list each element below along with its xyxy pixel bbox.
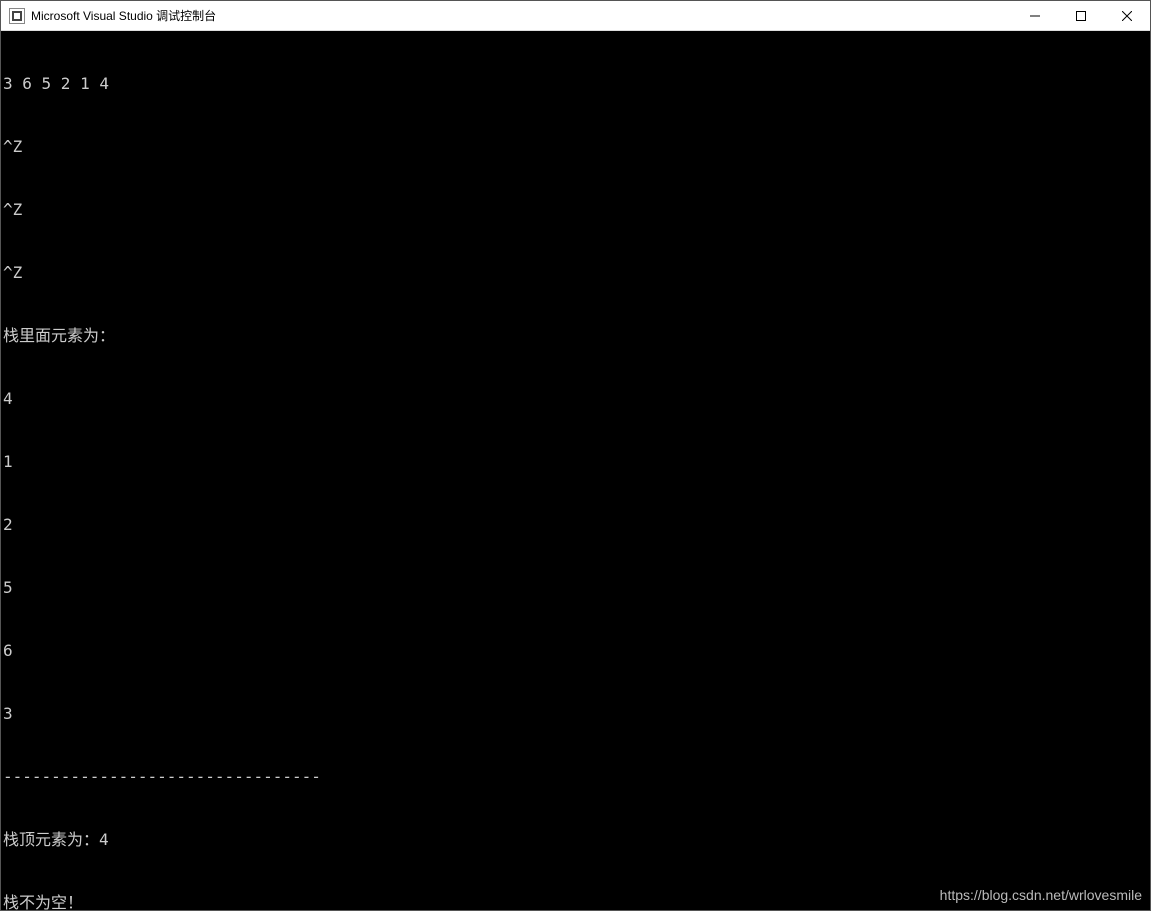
console-line: ^Z bbox=[3, 199, 1150, 220]
console-line: 3 bbox=[3, 703, 1150, 724]
console-line: 5 bbox=[3, 577, 1150, 598]
console-output[interactable]: 3 6 5 2 1 4 ^Z ^Z ^Z 栈里面元素为： 4 1 2 5 6 3… bbox=[1, 31, 1150, 910]
console-line: 栈顶元素为：4 bbox=[3, 829, 1150, 850]
minimize-button[interactable] bbox=[1012, 1, 1058, 31]
console-line: 4 bbox=[3, 388, 1150, 409]
close-button[interactable] bbox=[1104, 1, 1150, 31]
console-line: 3 6 5 2 1 4 bbox=[3, 73, 1150, 94]
titlebar[interactable]: Microsoft Visual Studio 调试控制台 bbox=[1, 1, 1150, 31]
window-title: Microsoft Visual Studio 调试控制台 bbox=[31, 7, 216, 24]
app-icon bbox=[9, 8, 25, 24]
console-line: 栈里面元素为： bbox=[3, 325, 1150, 346]
console-line: ^Z bbox=[3, 262, 1150, 283]
app-window: Microsoft Visual Studio 调试控制台 3 6 5 2 1 … bbox=[0, 0, 1151, 911]
console-line: 1 bbox=[3, 451, 1150, 472]
console-line: 6 bbox=[3, 640, 1150, 661]
watermark-text: https://blog.csdn.net/wrlovesmile bbox=[940, 885, 1142, 906]
maximize-button[interactable] bbox=[1058, 1, 1104, 31]
console-line: ^Z bbox=[3, 136, 1150, 157]
console-line: --------------------------------- bbox=[3, 766, 1150, 787]
console-line: 2 bbox=[3, 514, 1150, 535]
